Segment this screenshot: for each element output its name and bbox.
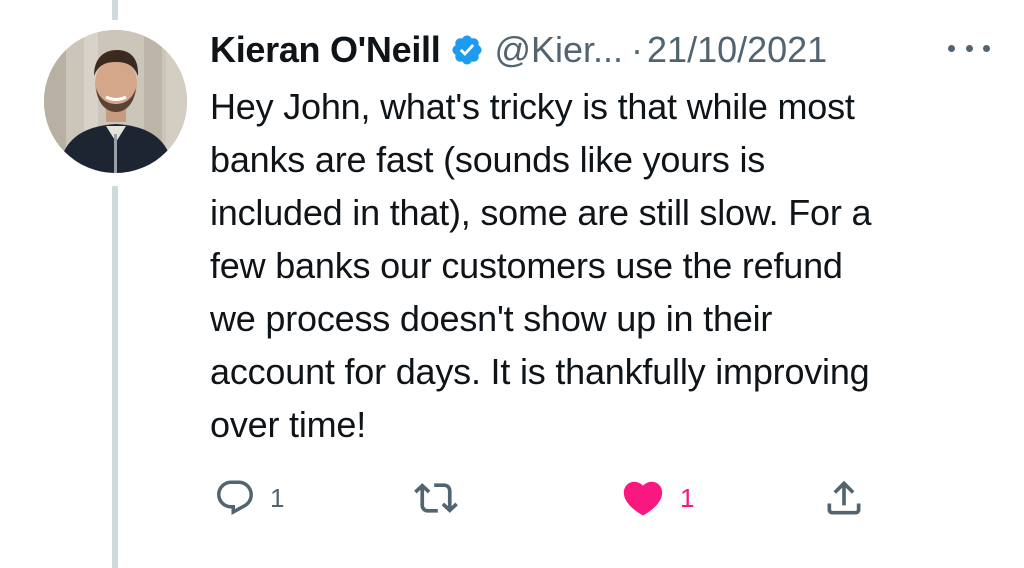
- more-dot: [948, 44, 955, 52]
- share-icon: [822, 476, 866, 520]
- verified-badge-icon: [450, 33, 484, 67]
- like-count: 1: [680, 482, 695, 513]
- retweet-icon: [414, 476, 458, 520]
- avatar-photo: [44, 30, 187, 173]
- share-button[interactable]: [822, 474, 866, 522]
- author-handle[interactable]: @Kier...: [494, 29, 623, 71]
- header-separator: ·: [631, 29, 644, 70]
- tweet-actions: 1 1: [0, 474, 1024, 522]
- reply-icon: [214, 477, 256, 519]
- like-button[interactable]: 1: [620, 474, 694, 522]
- author-name[interactable]: Kieran O'Neill: [210, 29, 441, 71]
- more-dot: [983, 44, 990, 52]
- tweet-date[interactable]: 21/10/2021: [647, 29, 827, 71]
- avatar[interactable]: [44, 30, 187, 173]
- retweet-button[interactable]: [414, 474, 472, 522]
- more-dot: [965, 44, 973, 52]
- reply-button[interactable]: 1: [214, 474, 284, 522]
- tweet-header: Kieran O'Neill @Kier... · 21/10/2021: [210, 26, 827, 74]
- more-options-icon[interactable]: [944, 34, 994, 62]
- tweet-text: Hey John, what's tricky is that while mo…: [210, 86, 872, 445]
- heart-icon: [620, 475, 666, 521]
- reply-count: 1: [270, 482, 285, 513]
- thread-line-top: [112, 0, 118, 20]
